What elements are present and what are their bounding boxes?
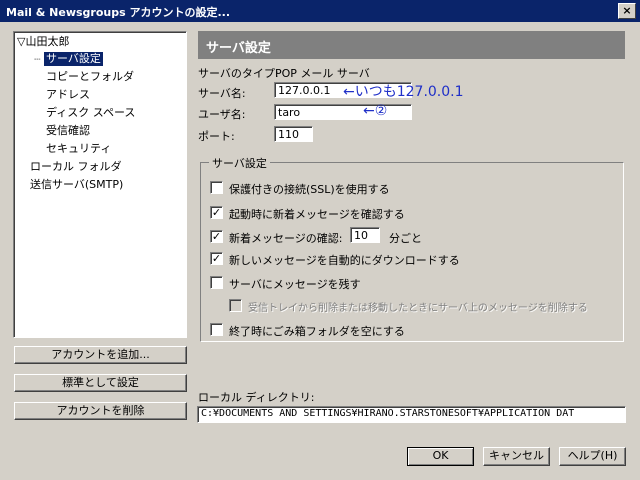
tree-item-security[interactable]: セキュリティ: [46, 142, 111, 156]
delete-on-move-checkbox[interactable]: [229, 299, 242, 312]
check-every-checkbox[interactable]: ✓: [210, 230, 223, 243]
port-label: ポート:: [198, 130, 235, 143]
check-startup-checkbox[interactable]: ✓: [210, 206, 223, 219]
port-input[interactable]: 110: [274, 126, 313, 142]
check-startup-label: 起動時に新着メッセージを確認する: [229, 208, 405, 221]
remove-account-button[interactable]: アカウントを削除: [14, 402, 187, 420]
tree-item-receipts[interactable]: 受信確認: [46, 124, 90, 138]
cancel-button[interactable]: キャンセル: [483, 447, 550, 466]
group-legend: サーバ設定: [209, 155, 270, 171]
annotation-username: ←②: [363, 103, 388, 119]
leave-on-server-label: サーバにメッセージを残す: [229, 278, 361, 291]
close-button[interactable]: ×: [618, 3, 636, 19]
panel-header: サーバ設定: [198, 31, 625, 59]
set-default-button[interactable]: 標準として設定: [14, 374, 187, 392]
title-bar: Mail & Newsgroups アカウントの設定... ×: [0, 0, 640, 22]
add-account-button[interactable]: アカウントを追加...: [14, 346, 187, 364]
check-minutes-suffix: 分ごと: [389, 232, 422, 245]
username-label: ユーザ名:: [198, 108, 246, 121]
account-tree[interactable]: ▽山田太郎 ┄ サーバ設定 コピーとフォルダ アドレス ディスク スペース 受信…: [13, 31, 187, 338]
server-type-value: POP メール サーバ: [275, 67, 370, 80]
ssl-checkbox[interactable]: [210, 181, 223, 194]
window-title: Mail & Newsgroups アカウントの設定...: [6, 6, 231, 19]
ok-button[interactable]: OK: [407, 447, 474, 466]
tree-item-account[interactable]: ▽山田太郎: [17, 35, 69, 49]
check-every-label: 新着メッセージの確認:: [229, 232, 343, 245]
server-name-label: サーバ名:: [198, 87, 246, 100]
delete-on-move-label: 受信トレイから削除または移動したときにサーバ上のメッセージを削除する: [248, 303, 588, 314]
annotation-server-name: ←いつも127.0.0.1: [343, 84, 464, 100]
tree-item-local-folders[interactable]: ローカル フォルダ: [30, 160, 122, 174]
tree-item-disk-space[interactable]: ディスク スペース: [46, 106, 135, 120]
username-input[interactable]: taro: [274, 104, 412, 120]
help-button[interactable]: ヘルプ(H): [559, 447, 626, 466]
panel-title: サーバ設定: [206, 41, 271, 56]
auto-download-checkbox[interactable]: ✓: [210, 252, 223, 265]
server-type-label: サーバのタイプ:: [198, 67, 279, 80]
local-dir-input[interactable]: C:¥DOCUMENTS AND SETTINGS¥HIRANO.STARSTO…: [197, 406, 626, 423]
local-dir-label: ローカル ディレクトリ:: [198, 391, 315, 404]
tree-connector: ┄: [34, 53, 41, 66]
ssl-label: 保護付きの接続(SSL)を使用する: [229, 183, 390, 196]
check-minutes-input[interactable]: 10: [350, 227, 380, 243]
empty-trash-label: 終了時にごみ箱フォルダを空にする: [229, 325, 405, 338]
empty-trash-checkbox[interactable]: [210, 323, 223, 336]
tree-item-address[interactable]: アドレス: [46, 88, 90, 102]
tree-item-server-settings[interactable]: サーバ設定: [44, 52, 103, 66]
tree-item-smtp[interactable]: 送信サーバ(SMTP): [30, 178, 123, 192]
tree-item-copies-folders[interactable]: コピーとフォルダ: [46, 70, 134, 84]
auto-download-label: 新しいメッセージを自動的にダウンロードする: [229, 254, 460, 267]
leave-on-server-checkbox[interactable]: [210, 276, 223, 289]
